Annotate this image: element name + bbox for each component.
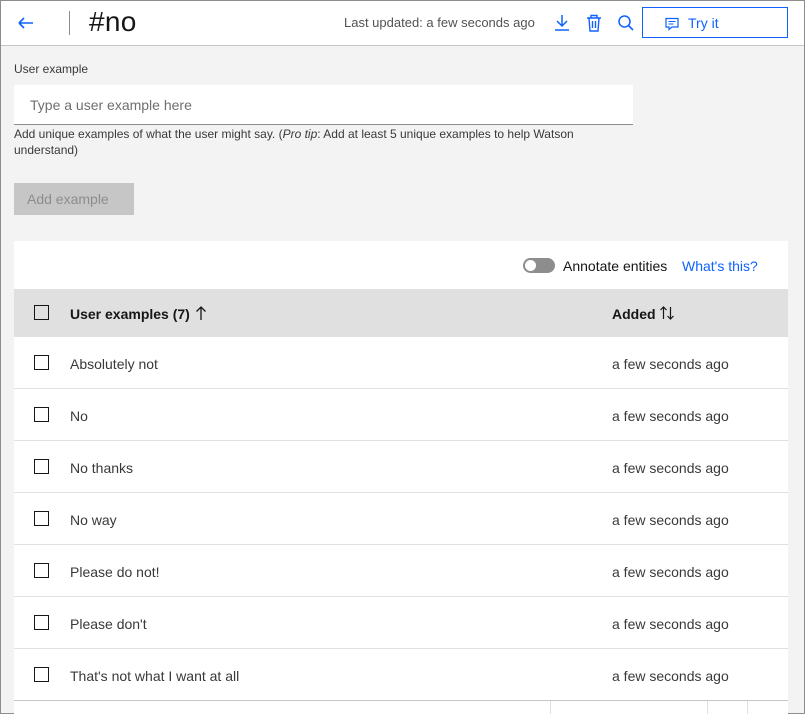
table-row: No a few seconds ago [14, 389, 788, 441]
try-it-button[interactable]: Try it [642, 7, 788, 38]
pagination-divider [14, 700, 788, 701]
table-row: No way a few seconds ago [14, 493, 788, 545]
table-row: Absolutely not a few seconds ago [14, 337, 788, 389]
table-row: No thanks a few seconds ago [14, 441, 788, 493]
added-time: a few seconds ago [612, 616, 729, 632]
select-all-checkbox[interactable] [34, 305, 49, 320]
row-checkbox[interactable] [34, 511, 49, 526]
search-button[interactable] [615, 12, 637, 34]
example-text[interactable]: No way [70, 512, 117, 528]
pagination-separator [550, 701, 551, 714]
chat-icon [665, 17, 679, 31]
example-text[interactable]: No [70, 408, 88, 424]
helper-text-pro-tip: Pro tip [282, 127, 318, 141]
arrow-left-icon [18, 17, 33, 29]
pagination-separator [747, 701, 748, 714]
row-checkbox[interactable] [34, 355, 49, 370]
example-text[interactable]: Please do not! [70, 564, 160, 580]
user-example-input[interactable] [14, 85, 633, 125]
back-button[interactable] [13, 11, 39, 35]
example-text[interactable]: Absolutely not [70, 356, 158, 372]
download-icon [555, 15, 569, 31]
sort-ascending-button[interactable] [195, 305, 207, 326]
whats-this-link[interactable]: What's this? [682, 258, 758, 274]
added-time: a few seconds ago [612, 512, 729, 528]
user-example-label: User example [14, 62, 89, 76]
annotate-entities-toggle[interactable] [523, 258, 555, 273]
row-checkbox[interactable] [34, 459, 49, 474]
arrows-vertical-icon [660, 306, 674, 320]
column-header-added[interactable]: Added [612, 306, 656, 322]
example-text[interactable]: No thanks [70, 460, 133, 476]
row-checkbox[interactable] [34, 563, 49, 578]
last-updated-text: Last updated: a few seconds ago [344, 15, 535, 30]
added-time: a few seconds ago [612, 564, 729, 580]
added-time: a few seconds ago [612, 460, 729, 476]
column-header-examples[interactable]: User examples (7) [70, 306, 190, 322]
add-example-button[interactable]: Add example [14, 183, 134, 215]
table-row: Please do not! a few seconds ago [14, 545, 788, 597]
table-row: That's not what I want at all a few seco… [14, 649, 788, 701]
header-divider [69, 11, 70, 35]
added-time: a few seconds ago [612, 408, 729, 424]
example-text[interactable]: Please don't [70, 616, 147, 632]
added-time: a few seconds ago [612, 356, 729, 372]
helper-text: Add unique examples of what the user mig… [14, 126, 624, 158]
pagination-separator [707, 701, 708, 714]
intent-title: #no [89, 6, 137, 37]
examples-table-panel: Annotate entities What's this? User exam… [14, 241, 788, 714]
top-header: #no Last updated: a few seconds ago Try … [1, 1, 804, 46]
table-row: Please don't a few seconds ago [14, 597, 788, 649]
try-it-label: Try it [688, 15, 719, 31]
arrow-up-icon [196, 306, 206, 320]
table-header: User examples (7) Added [14, 289, 788, 337]
search-icon [618, 15, 634, 31]
row-checkbox[interactable] [34, 407, 49, 422]
example-text[interactable]: That's not what I want at all [70, 668, 239, 684]
download-button[interactable] [551, 12, 573, 34]
helper-text-prefix: Add unique examples of what the user mig… [14, 127, 283, 141]
added-time: a few seconds ago [612, 668, 729, 684]
row-checkbox[interactable] [34, 667, 49, 682]
annotate-entities-label: Annotate entities [563, 258, 668, 274]
trash-icon [587, 14, 601, 32]
sort-added-button[interactable] [659, 305, 675, 326]
row-checkbox[interactable] [34, 615, 49, 630]
delete-button[interactable] [583, 12, 605, 34]
